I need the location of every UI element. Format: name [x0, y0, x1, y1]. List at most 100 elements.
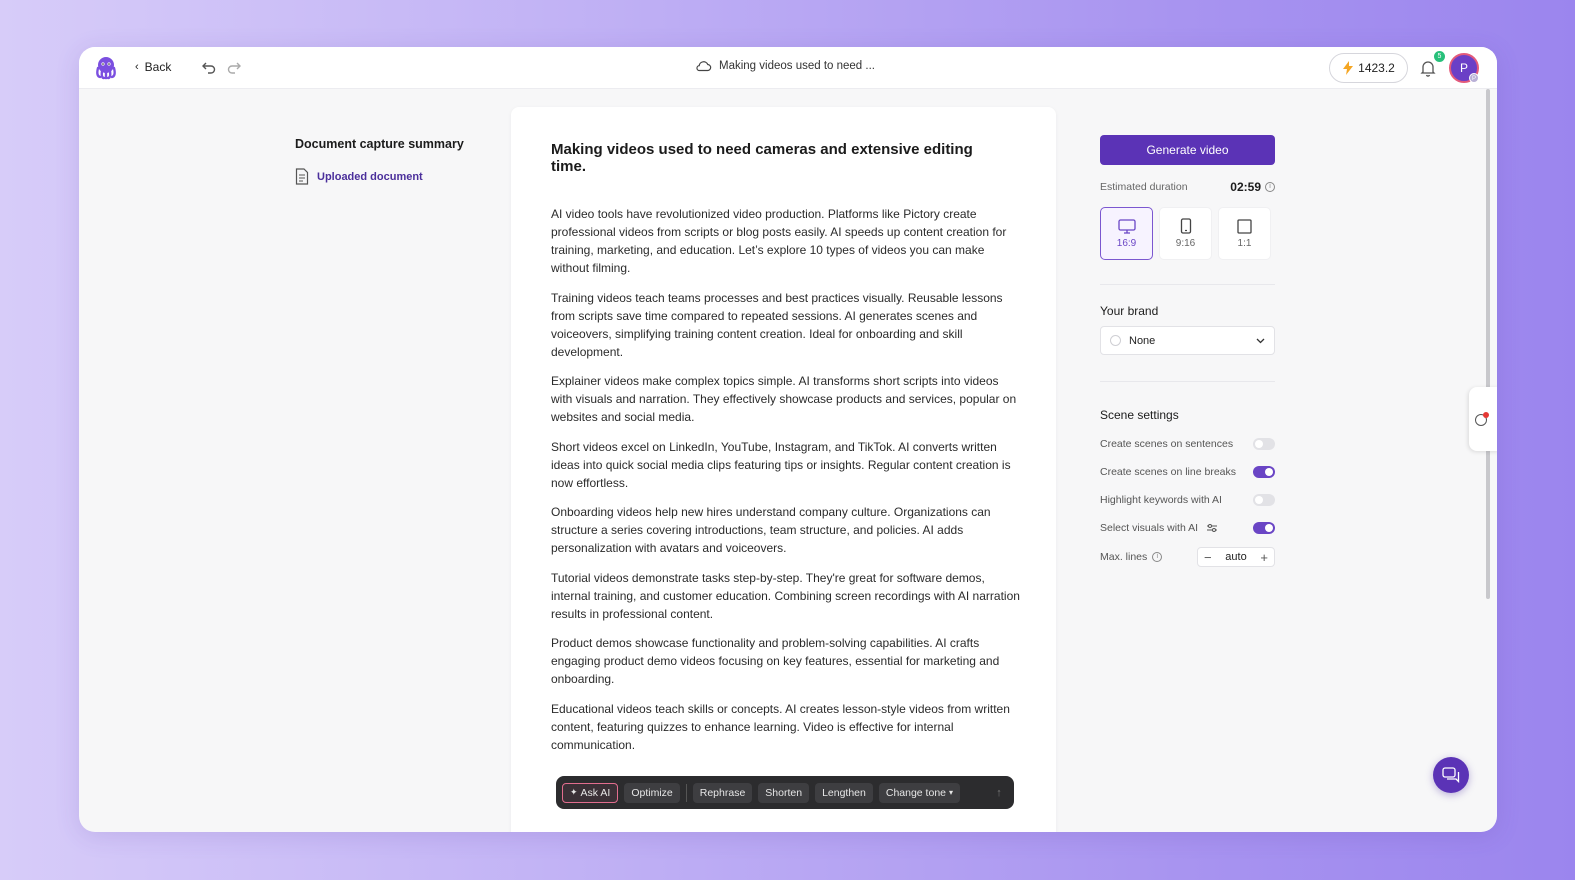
brand-value: None [1129, 334, 1156, 347]
script-editor[interactable]: Making videos used to need cameras and e… [511, 107, 1056, 832]
duration-label: Estimated duration [1100, 181, 1188, 193]
toolbar-divider [685, 783, 687, 802]
ratio-label: 16:9 [1116, 237, 1137, 249]
info-icon[interactable]: i [1152, 552, 1163, 562]
toggle-label: Select visuals with AI [1100, 522, 1199, 534]
max-lines-label: Max. lines [1100, 551, 1148, 563]
script-paragraph[interactable]: Tutorial videos demonstrate tasks step-b… [551, 569, 1021, 623]
scrollbar[interactable] [1486, 89, 1490, 599]
generate-video-button[interactable]: Generate video [1100, 135, 1275, 165]
script-title[interactable]: Making videos used to need cameras and e… [551, 141, 1001, 175]
toggle-row-keywords: Highlight keywords with AI [1100, 486, 1275, 514]
document-icon [295, 168, 309, 185]
back-button[interactable]: ‹ Back [135, 60, 171, 74]
visuals-label-wrap: Select visuals with AI [1100, 522, 1218, 534]
back-label: Back [144, 60, 172, 74]
chat-button[interactable] [1433, 757, 1469, 793]
octopus-logo-icon[interactable] [93, 55, 119, 81]
ratio-16-9-option[interactable]: 16:9 [1100, 207, 1153, 260]
chat-icon [1442, 767, 1460, 783]
ask-ai-button[interactable]: ✦ Ask AI [562, 782, 619, 803]
lightning-icon [1343, 61, 1354, 75]
notification-dot [1483, 412, 1489, 418]
ask-ai-label: Ask AI [580, 786, 611, 799]
info-icon[interactable]: i [1265, 182, 1275, 192]
chevron-down-icon: ▾ [949, 788, 954, 797]
toggle-row-line-breaks: Create scenes on line breaks [1100, 458, 1275, 486]
toggle-row-visuals: Select visuals with AI [1100, 514, 1275, 542]
script-paragraph[interactable]: Product demos showcase functionality and… [551, 634, 1021, 688]
change-tone-button[interactable]: Change tone ▾ [878, 782, 961, 803]
change-tone-label: Change tone [885, 786, 946, 799]
ratio-1-1-option[interactable]: 1:1 [1218, 207, 1271, 260]
notification-badge: 5 [1434, 51, 1445, 62]
toggle-label: Create scenes on line breaks [1100, 466, 1236, 478]
document-title-text: Making videos used to need ... [719, 59, 875, 72]
chevron-down-icon [1256, 338, 1265, 343]
script-paragraph[interactable]: Training videos teach teams processes an… [551, 289, 1021, 361]
duration-value-wrap: 02:59 i [1230, 180, 1275, 194]
script-paragraph[interactable]: Onboarding videos help new hires underst… [551, 503, 1021, 557]
document-title: Making videos used to need ... [695, 59, 875, 72]
script-paragraph[interactable]: Explainer videos make complex topics sim… [551, 372, 1021, 426]
max-lines-label-wrap: Max. lines i [1100, 551, 1163, 563]
line-breaks-toggle[interactable] [1253, 466, 1275, 478]
bell-icon[interactable] [1420, 59, 1436, 77]
brand-label: Your brand [1100, 304, 1159, 318]
minus-icon[interactable]: − [1204, 550, 1212, 565]
side-feedback-widget[interactable] [1469, 387, 1497, 451]
top-bar: ‹ Back Making videos used to need ... 14… [79, 47, 1497, 89]
aspect-ratio-selector: 16:9 9:16 1:1 [1100, 207, 1275, 260]
script-paragraphs[interactable]: AI video tools have revolutionized video… [551, 205, 1021, 765]
shorten-button[interactable]: Shorten [758, 782, 810, 803]
max-lines-value[interactable]: auto [1225, 551, 1246, 563]
visuals-toggle[interactable] [1253, 522, 1275, 534]
sentences-toggle[interactable] [1253, 438, 1275, 450]
optimize-button[interactable]: Optimize [624, 782, 680, 803]
ratio-label: 9:16 [1175, 238, 1196, 249]
brand-select[interactable]: None [1100, 326, 1275, 355]
plus-icon[interactable]: + [1260, 550, 1268, 565]
script-paragraph[interactable]: AI video tools have revolutionized video… [551, 205, 1021, 277]
undo-icon[interactable] [199, 59, 217, 77]
monitor-icon [1117, 218, 1136, 234]
rephrase-button[interactable]: Rephrase [692, 782, 753, 803]
workspace-avatar: P [1469, 73, 1479, 83]
toggle-label: Create scenes on sentences [1100, 438, 1234, 450]
script-paragraph[interactable]: Educational videos teach skills or conce… [551, 700, 1021, 754]
credits-badge[interactable]: 1423.2 [1329, 53, 1408, 83]
send-arrow-icon[interactable]: ↑ [990, 784, 1008, 802]
summary-heading: Document capture summary [295, 137, 464, 151]
square-icon [1237, 218, 1252, 234]
duration-row: Estimated duration 02:59 i [1100, 180, 1275, 194]
toggle-label: Highlight keywords with AI [1100, 494, 1222, 506]
sparkle-icon: ✦ [570, 787, 578, 797]
credits-value: 1423.2 [1358, 61, 1395, 75]
uploaded-document-label: Uploaded document [317, 170, 423, 183]
script-paragraph[interactable]: Short videos excel on LinkedIn, YouTube,… [551, 438, 1021, 492]
toggle-row-sentences: Create scenes on sentences [1100, 430, 1275, 458]
brand-none-icon [1110, 335, 1121, 346]
app-window: ‹ Back Making videos used to need ... 14… [79, 47, 1497, 832]
ai-toolbar: ✦ Ask AI Optimize Rephrase Shorten Lengt… [556, 776, 1014, 809]
max-lines-row: Max. lines i − auto + [1100, 542, 1275, 572]
sliders-icon[interactable] [1206, 523, 1218, 533]
section-divider [1100, 284, 1275, 285]
right-panel: Generate video Estimated duration 02:59 … [1100, 135, 1275, 572]
avatar-initial: P [1459, 61, 1468, 75]
max-lines-stepper: − auto + [1197, 547, 1275, 567]
scene-settings-label: Scene settings [1100, 408, 1179, 422]
duration-value: 02:59 [1230, 180, 1261, 194]
phone-icon [1180, 218, 1191, 234]
ratio-9-16-option[interactable]: 9:16 [1159, 207, 1212, 260]
redo-icon[interactable] [226, 59, 244, 77]
scene-toggles: Create scenes on sentences Create scenes… [1100, 430, 1275, 572]
lengthen-button[interactable]: Lengthen [815, 782, 873, 803]
chevron-left-icon: ‹ [135, 61, 139, 73]
cloud-icon [696, 61, 712, 72]
uploaded-document-link[interactable]: Uploaded document [295, 168, 464, 185]
keywords-toggle[interactable] [1253, 494, 1275, 506]
ratio-label: 1:1 [1237, 237, 1252, 249]
left-panel: Document capture summary Uploaded docume… [295, 137, 464, 185]
section-divider [1100, 381, 1275, 382]
